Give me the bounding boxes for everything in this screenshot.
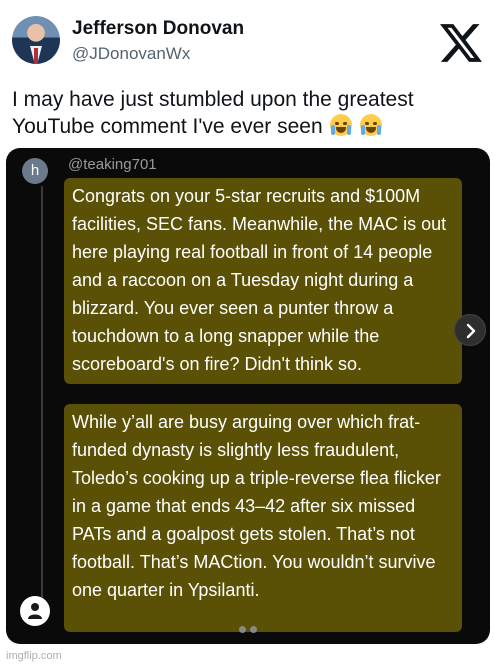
chevron-right-icon [466, 323, 476, 339]
page-dot [239, 626, 246, 633]
author-avatar[interactable] [12, 16, 60, 64]
commenter-avatar[interactable]: h [22, 158, 48, 184]
comment-paragraph-2: While y’all are busy arguing over which … [64, 404, 462, 632]
x-logo-icon [440, 24, 482, 62]
page-dot [250, 626, 257, 633]
avatar-tie [34, 48, 38, 64]
loudly-crying-face-icon [330, 114, 353, 136]
pagination-dots [239, 620, 261, 638]
author-handle[interactable]: @JDonovanWx [72, 44, 190, 64]
tweet-text: I may have just stumbled upon the greate… [12, 86, 482, 140]
face-with-tears-of-joy-icon [360, 114, 383, 136]
next-chevron-button[interactable] [454, 314, 486, 346]
account-button[interactable] [20, 596, 50, 626]
tweet-body: I may have just stumbled upon the greate… [12, 88, 414, 138]
embedded-screenshot: h @teaking701 Congrats on your 5-star re… [6, 148, 490, 644]
author-name[interactable]: Jefferson Donovan [72, 18, 244, 40]
user-icon [28, 603, 42, 619]
comment-paragraph-1: Congrats on your 5-star recruits and $10… [64, 178, 462, 384]
watermark: imgflip.com [6, 650, 62, 662]
commenter-username[interactable]: @teaking701 [68, 156, 157, 173]
thread-line [41, 186, 43, 616]
